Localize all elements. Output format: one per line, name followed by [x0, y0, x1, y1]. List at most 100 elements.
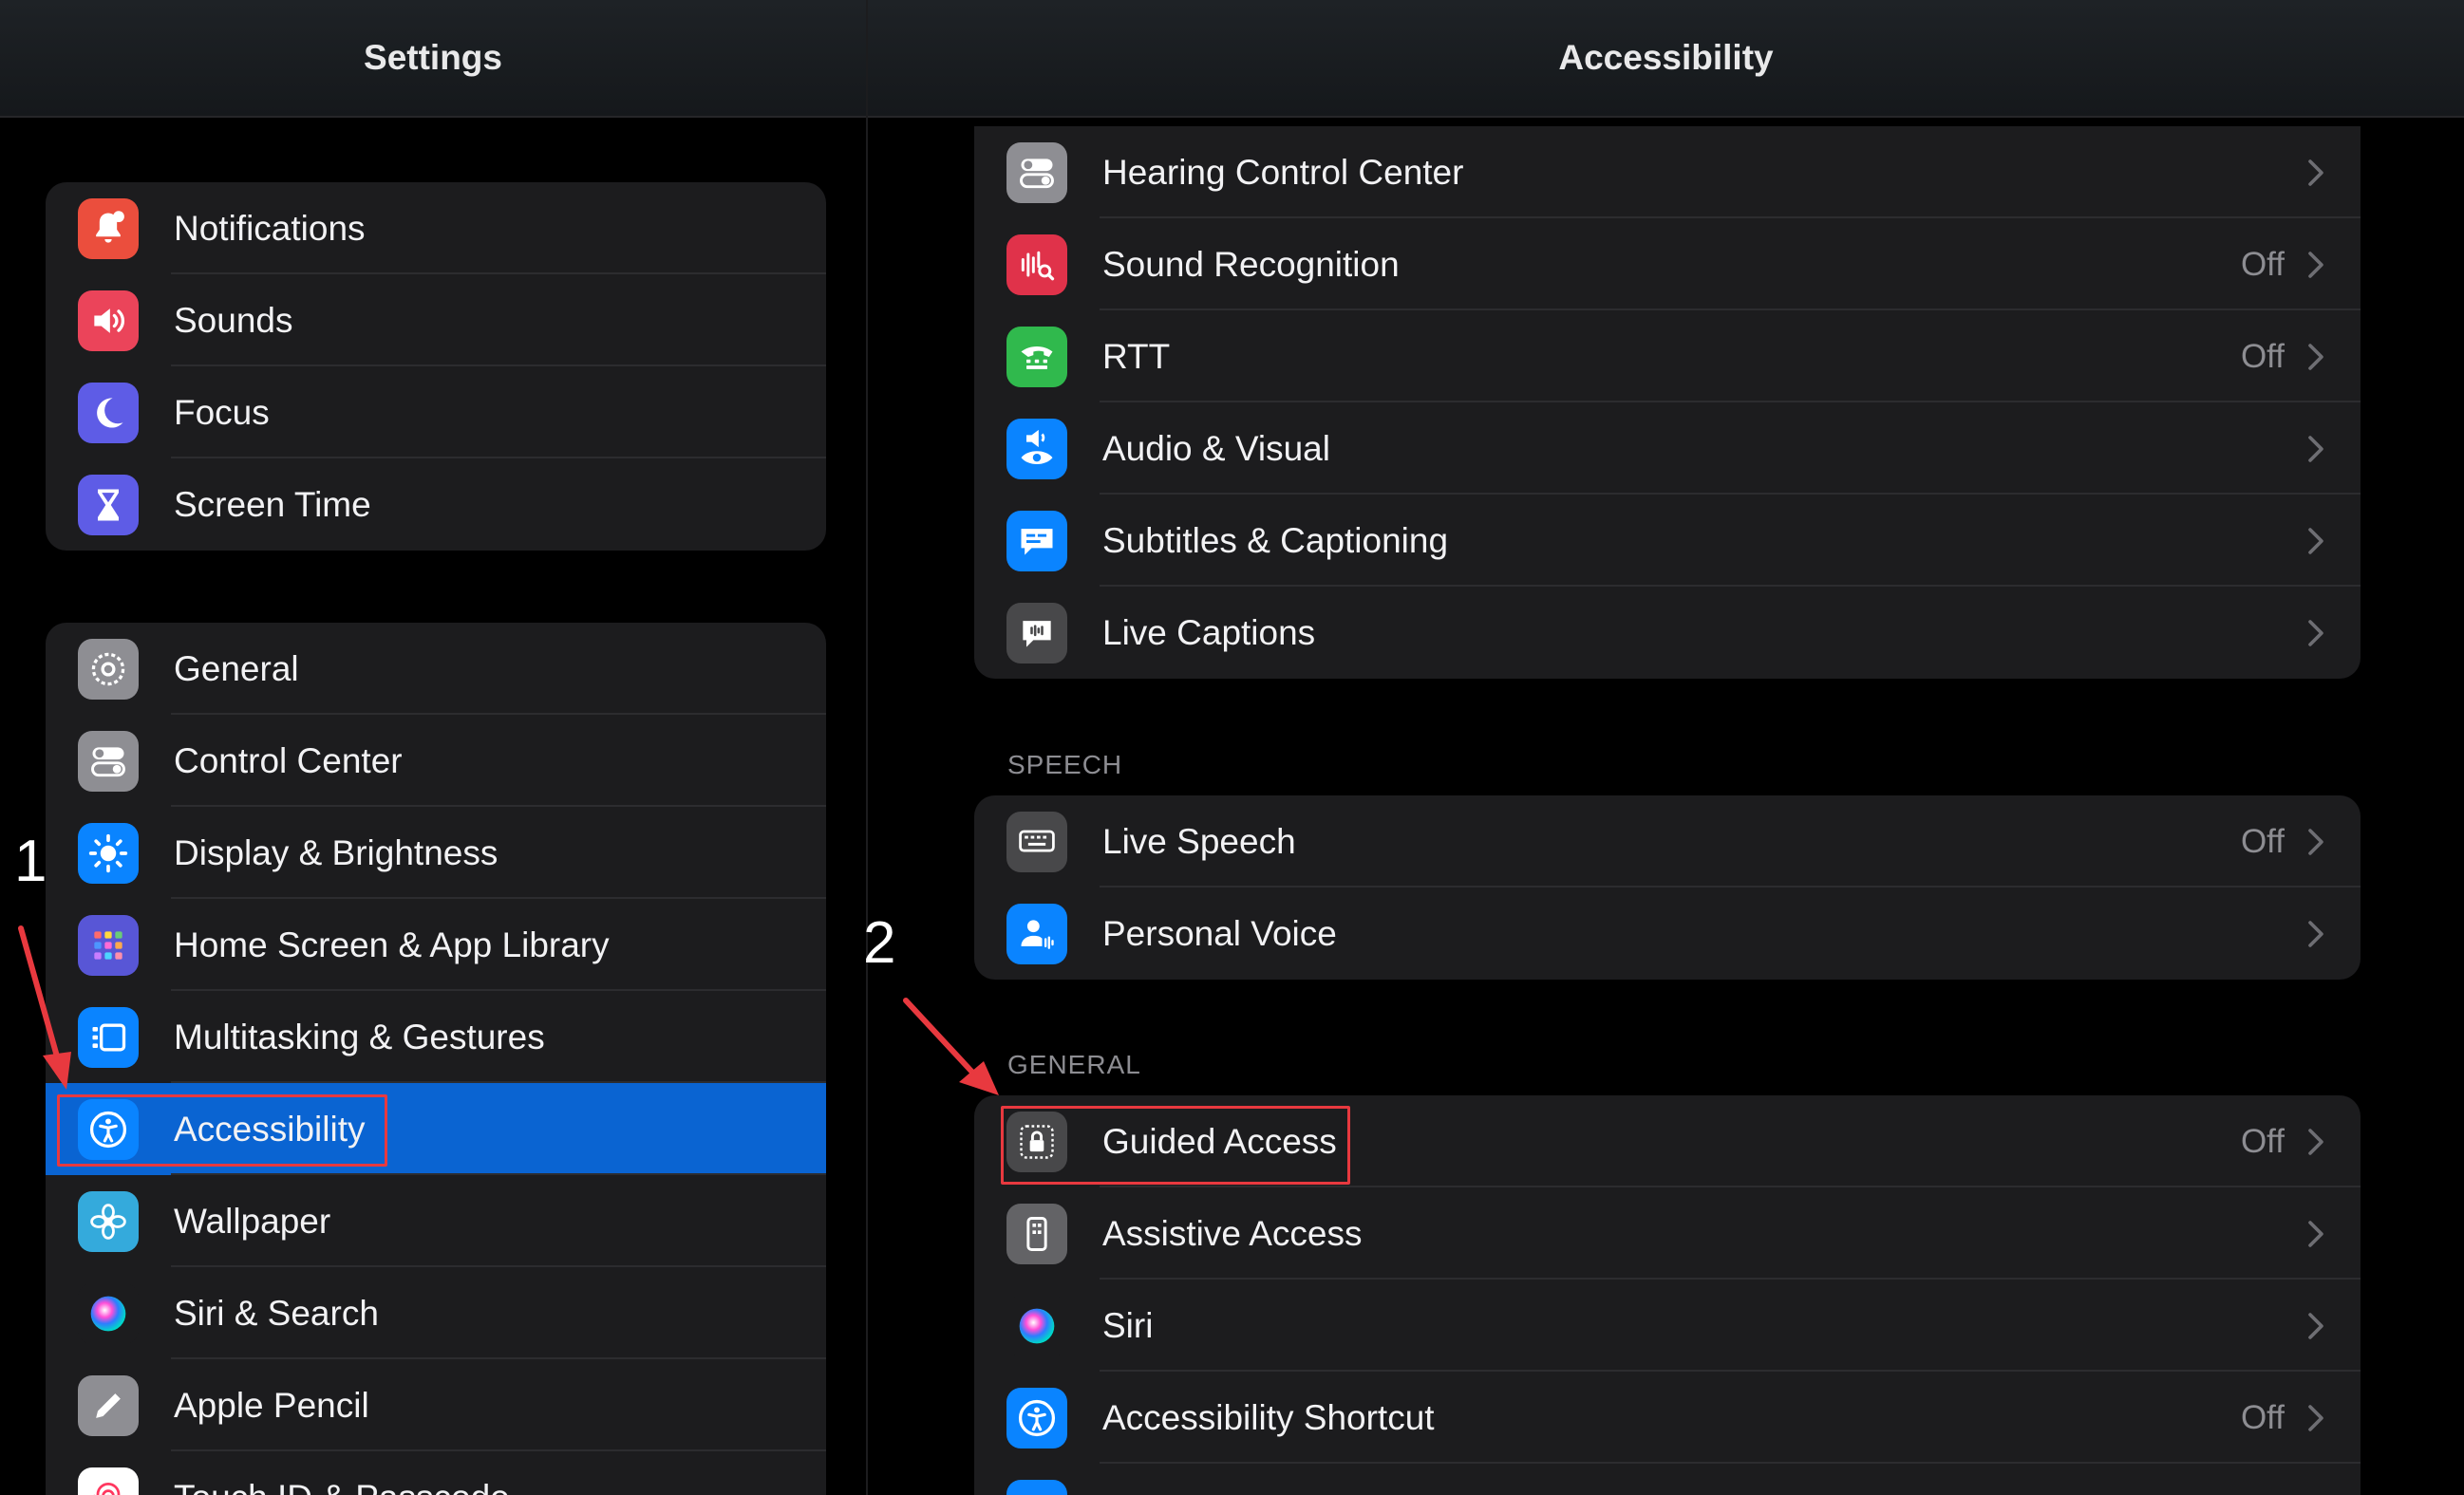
group-speech: Live Speech Off Personal Voice	[974, 795, 2361, 980]
setting-assistive-access[interactable]: Assistive Access	[974, 1187, 2361, 1280]
chevron-right-icon	[2304, 246, 2328, 284]
setting-label: Assistive Access	[1102, 1213, 1363, 1253]
setting-label: Sound Recognition	[1102, 244, 1400, 284]
moon-icon	[78, 383, 139, 443]
sidebar-item-wallpaper[interactable]: Wallpaper	[46, 1175, 826, 1267]
sidebar-item-apple-pencil[interactable]: Apple Pencil	[46, 1359, 826, 1451]
sidebar-item-screen-time[interactable]: Screen Time	[46, 458, 826, 551]
sidebar-item-label: Home Screen & App Library	[174, 925, 610, 964]
assistive-access-icon	[1006, 1204, 1067, 1264]
annotation-arrow-2	[903, 998, 999, 1095]
annotation-step-1: 1	[14, 829, 47, 894]
sidebar-item-label: Display & Brightness	[174, 832, 498, 872]
annotation-step-2: 2	[863, 910, 896, 976]
chevron-right-icon	[2304, 1215, 2328, 1253]
keyboard-icon	[1006, 812, 1067, 872]
page-title: Accessibility	[1558, 38, 1774, 77]
live-caption-icon	[1006, 603, 1067, 663]
chevron-right-icon	[2304, 915, 2328, 953]
person-voice-icon	[1006, 904, 1067, 964]
settings-sidebar: Settings Notifications Sounds Focus Screen …	[0, 0, 866, 1495]
chevron-right-icon	[2304, 1491, 2328, 1495]
sidebar-item-label: Apple Pencil	[174, 1385, 369, 1425]
setting-label: Subtitles & Captioning	[1102, 520, 1449, 560]
sidebar-item-label: Touch ID & Passcode	[174, 1478, 510, 1495]
setting-per-app-settings[interactable]: Per-App Settings	[974, 1464, 2361, 1495]
setting-label: Hearing Control Center	[1102, 152, 1464, 192]
speaker-icon	[78, 290, 139, 351]
tty-phone-icon	[1006, 327, 1067, 387]
setting-accessibility-shortcut[interactable]: Accessibility Shortcut Off	[974, 1372, 2361, 1464]
setting-subtitles-and-captioning[interactable]: Subtitles & Captioning	[974, 495, 2361, 587]
setting-rtt[interactable]: RTT Off	[974, 310, 2361, 402]
waveform-search-icon	[1006, 234, 1067, 295]
sun-icon	[78, 823, 139, 884]
sidebar-item-label: Control Center	[174, 740, 403, 780]
setting-personal-voice[interactable]: Personal Voice	[974, 888, 2361, 980]
app-grid-icon	[78, 915, 139, 976]
row-value: Off	[2240, 1122, 2285, 1160]
sidebar-item-touch-id-and-passcode[interactable]: Touch ID & Passcode	[46, 1451, 826, 1495]
sidebar-item-label: Siri & Search	[174, 1293, 379, 1333]
setting-label: Live Speech	[1102, 821, 1296, 861]
toggles-icon	[1006, 142, 1067, 203]
siri-icon	[78, 1283, 139, 1344]
sidebar-item-control-center[interactable]: Control Center	[46, 715, 826, 807]
chevron-right-icon	[2304, 430, 2328, 468]
chevron-right-icon	[2304, 823, 2328, 861]
sidebar-item-label: Focus	[174, 392, 270, 432]
sidebar-item-home-screen-and-app-library[interactable]: Home Screen & App Library	[46, 899, 826, 991]
sidebar-group-notifications: Notifications Sounds Focus Screen Time	[46, 182, 826, 551]
sidebar-item-sounds[interactable]: Sounds	[46, 274, 826, 366]
setting-live-captions[interactable]: Live Captions	[974, 587, 2361, 679]
siri-icon	[1006, 1296, 1067, 1356]
sidebar-item-label: Multitasking & Gestures	[174, 1017, 545, 1056]
chevron-right-icon	[2304, 614, 2328, 652]
row-value: Off	[2240, 1398, 2285, 1436]
chevron-right-icon	[2304, 338, 2328, 376]
sidebar-item-display-and-brightness[interactable]: Display & Brightness	[46, 807, 826, 899]
setting-hearing-control-center[interactable]: Hearing Control Center	[974, 126, 2361, 218]
hourglass-icon	[78, 475, 139, 535]
sidebar-group-general: General Control Center Display & Brightnes…	[46, 623, 826, 1495]
setting-audio-and-visual[interactable]: Audio & Visual	[974, 402, 2361, 495]
multitasking-icon	[78, 1007, 139, 1068]
setting-live-speech[interactable]: Live Speech Off	[974, 795, 2361, 888]
sidebar-item-general[interactable]: General	[46, 623, 826, 715]
chevron-right-icon	[2304, 1123, 2328, 1161]
flower-icon	[78, 1191, 139, 1252]
setting-label: Audio & Visual	[1102, 428, 1330, 468]
sidebar-navbar: Settings	[0, 0, 866, 118]
sidebar-item-label: Notifications	[174, 208, 366, 248]
sidebar-item-siri-and-search[interactable]: Siri & Search	[46, 1267, 826, 1359]
setting-label: Personal Voice	[1102, 913, 1337, 953]
row-value: Off	[2240, 337, 2285, 375]
highlight-accessibility	[57, 1094, 387, 1167]
section-header-speech: SPEECH	[1007, 750, 1123, 779]
annotation-arrow-1	[18, 925, 71, 1090]
speaker-eye-icon	[1006, 419, 1067, 479]
sidebar-item-notifications[interactable]: Notifications	[46, 182, 826, 274]
sidebar-item-focus[interactable]: Focus	[46, 366, 826, 458]
row-value: Off	[2240, 245, 2285, 283]
setting-label: Siri	[1102, 1305, 1154, 1345]
caption-bubble-icon	[1006, 511, 1067, 571]
accessibility-icon	[1006, 1388, 1067, 1448]
group-hearing: Hearing Control Center Sound Recognition O…	[974, 126, 2361, 679]
sidebar-item-label: Sounds	[174, 300, 293, 340]
setting-label: Accessibility Shortcut	[1102, 1397, 1435, 1437]
gear-icon	[78, 639, 139, 700]
sidebar-item-multitasking-and-gestures[interactable]: Multitasking & Gestures	[46, 991, 826, 1083]
chevron-right-icon	[2304, 522, 2328, 560]
section-header-general: GENERAL	[1007, 1050, 1141, 1079]
accessibility-pane: Accessibility Hearing Control Center Soun…	[868, 0, 2464, 1495]
per-app-icon	[1006, 1480, 1067, 1495]
chevron-right-icon	[2304, 1399, 2328, 1437]
highlight-guided-access	[1001, 1106, 1350, 1185]
sidebar-item-label: Screen Time	[174, 484, 371, 524]
setting-sound-recognition[interactable]: Sound Recognition Off	[974, 218, 2361, 310]
setting-siri[interactable]: Siri	[974, 1280, 2361, 1372]
setting-label: RTT	[1102, 336, 1171, 376]
pencil-icon	[78, 1375, 139, 1436]
chevron-right-icon	[2304, 154, 2328, 192]
